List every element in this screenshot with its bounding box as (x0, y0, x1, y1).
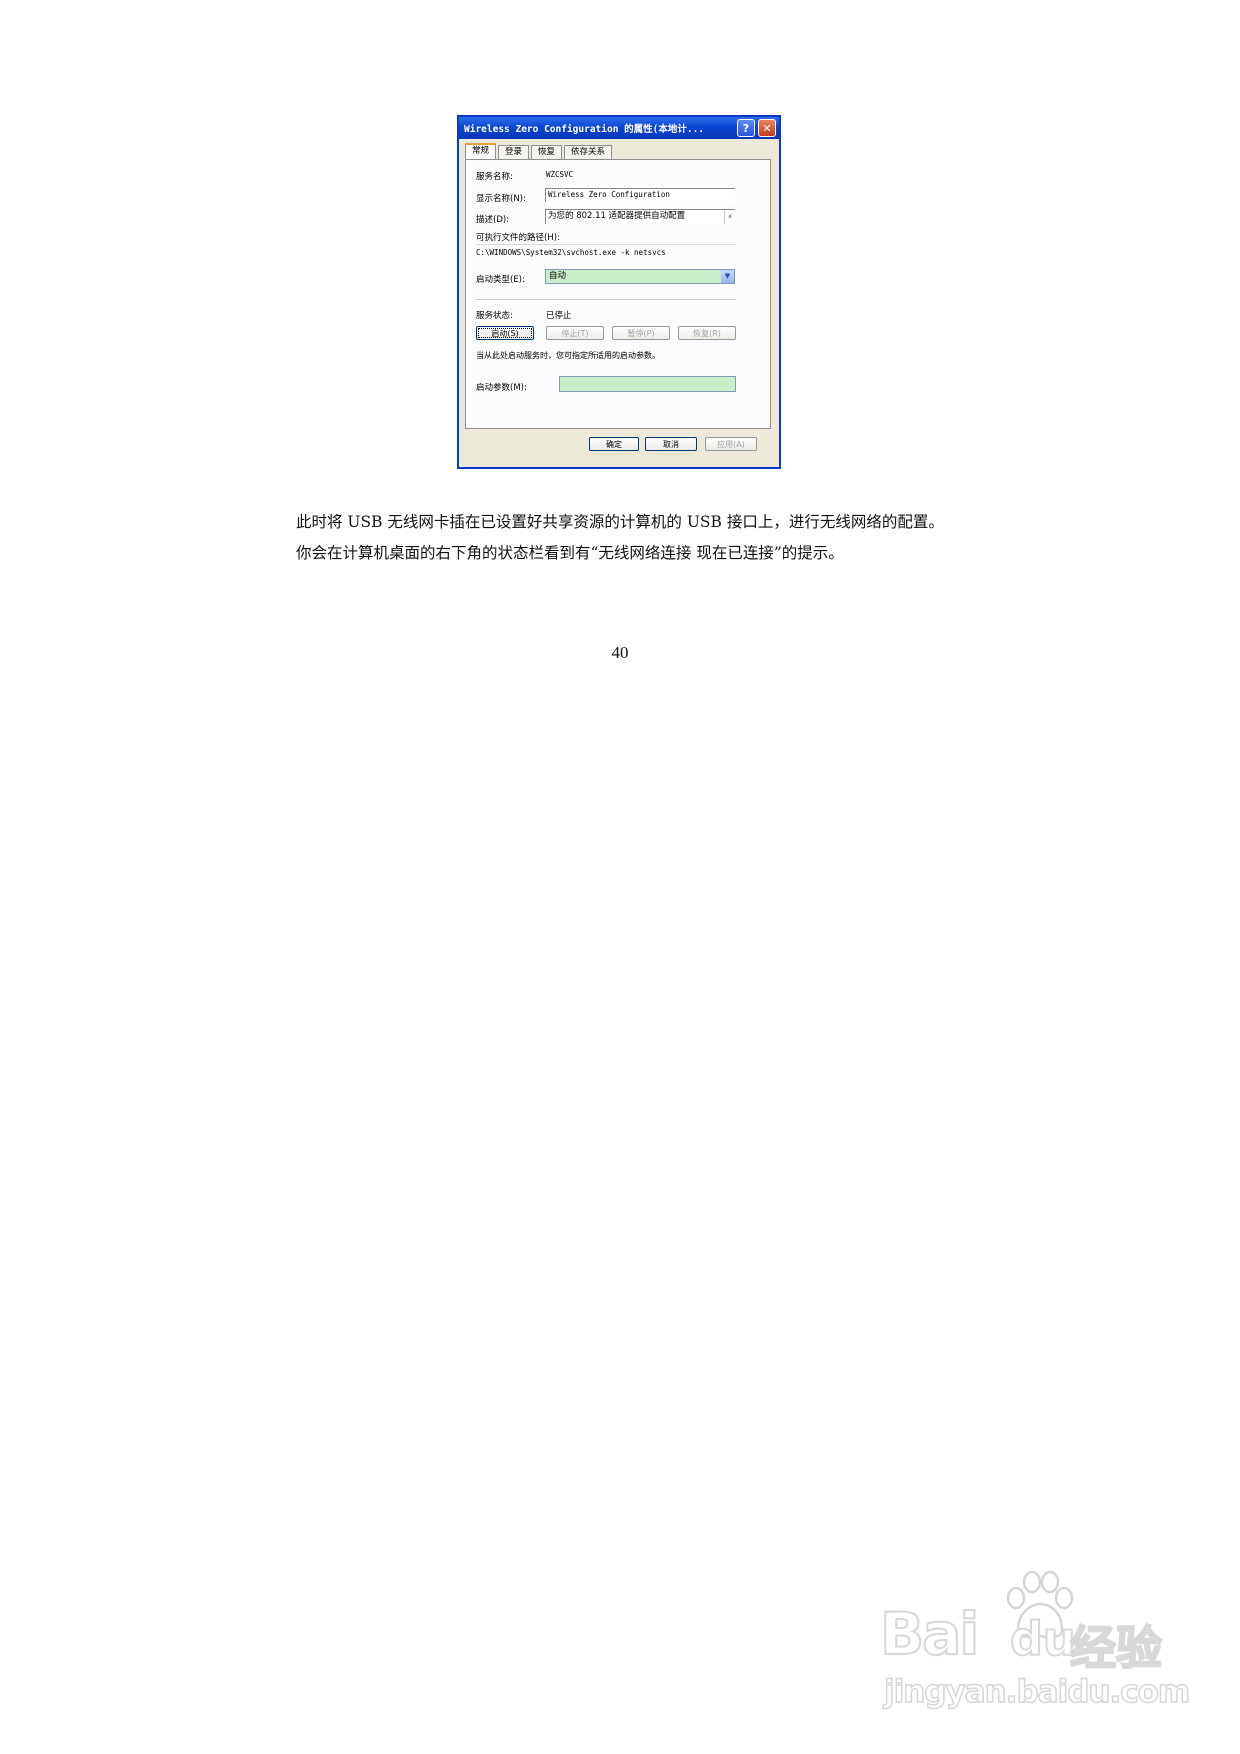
tab-dependencies[interactable]: 依存关系 (564, 145, 613, 159)
stop-service-button[interactable]: 停止(T) (546, 326, 604, 340)
dialog-titlebar[interactable]: Wireless Zero Configuration 的属性(本地计... ?… (459, 117, 779, 139)
close-icon[interactable]: ✕ (758, 119, 776, 137)
watermark-brand-cn: 经验 (1069, 1620, 1163, 1676)
chevron-down-icon[interactable]: ▼ (721, 270, 734, 283)
tab-recovery[interactable]: 恢复 (531, 145, 563, 159)
tab-logon[interactable]: 登录 (498, 145, 530, 159)
start-service-button[interactable]: 启动(S) (476, 326, 534, 340)
exe-path-label: 可执行文件的路径(H): (476, 233, 560, 243)
ok-button[interactable]: 确定 (589, 437, 639, 451)
description-label: 描述(D): (476, 215, 510, 225)
startup-type-value: 自动 (549, 271, 567, 281)
path-top-line (476, 244, 736, 245)
service-name-value: WZCSVC (546, 170, 574, 179)
service-status-label: 服务状态: (476, 311, 513, 321)
start-params-label: 启动参数(M): (476, 383, 527, 393)
tab-general[interactable]: 常规 (465, 143, 497, 160)
baidu-watermark: Bai du 经验 jingyan.baidu.com (879, 1568, 1210, 1718)
body-line-1: 此时将 USB 无线网卡插在已设置好共享资源的计算机的 USB 接口上，进行无线… (296, 513, 944, 531)
divider (476, 299, 736, 300)
startup-type-select[interactable]: 自动 ▼ (545, 269, 735, 284)
pause-service-button[interactable]: 暂停(P) (612, 326, 670, 340)
service-properties-dialog: Wireless Zero Configuration 的属性(本地计... ?… (457, 115, 781, 469)
description-value: 为您的 802.11 适配器提供自动配置 (548, 211, 686, 221)
watermark-brand-du: du (1009, 1611, 1077, 1667)
page-number: 40 (611, 643, 629, 662)
start-params-input[interactable] (559, 376, 736, 392)
cancel-button[interactable]: 取消 (645, 437, 697, 451)
resume-service-button[interactable]: 恢复(R) (678, 326, 736, 340)
body-line-2: 你会在计算机桌面的右下角的状态栏看到有“无线网络连接 现在已连接”的提示。 (296, 544, 844, 562)
exe-path-value: C:\WINDOWS\System32\svchost.exe -k netsv… (476, 248, 666, 257)
watermark-url: jingyan.baidu.com (883, 1673, 1191, 1711)
start-params-hint: 当从此处启动服务时，您可指定所适用的启动参数。 (476, 351, 660, 360)
dialog-tabs: 常规 登录 恢复 依存关系 (465, 143, 614, 160)
help-icon[interactable]: ? (737, 119, 755, 137)
startup-type-label: 启动类型(E): (476, 275, 525, 285)
general-tab-panel: 服务名称: WZCSVC 显示名称(N): Wireless Zero Conf… (465, 159, 771, 429)
display-name-field[interactable]: Wireless Zero Configuration (545, 188, 735, 202)
service-status-value: 已停止 (546, 311, 572, 321)
watermark-brand: Bai (879, 1599, 980, 1669)
description-field[interactable]: 为您的 802.11 适配器提供自动配置 ▲▼ (545, 209, 735, 224)
description-scrollbar[interactable]: ▲▼ (724, 210, 735, 224)
dialog-title: Wireless Zero Configuration 的属性(本地计... (464, 124, 705, 135)
apply-button[interactable]: 应用(A) (705, 437, 757, 451)
display-name-label: 显示名称(N): (476, 194, 526, 204)
service-name-label: 服务名称: (476, 172, 513, 182)
